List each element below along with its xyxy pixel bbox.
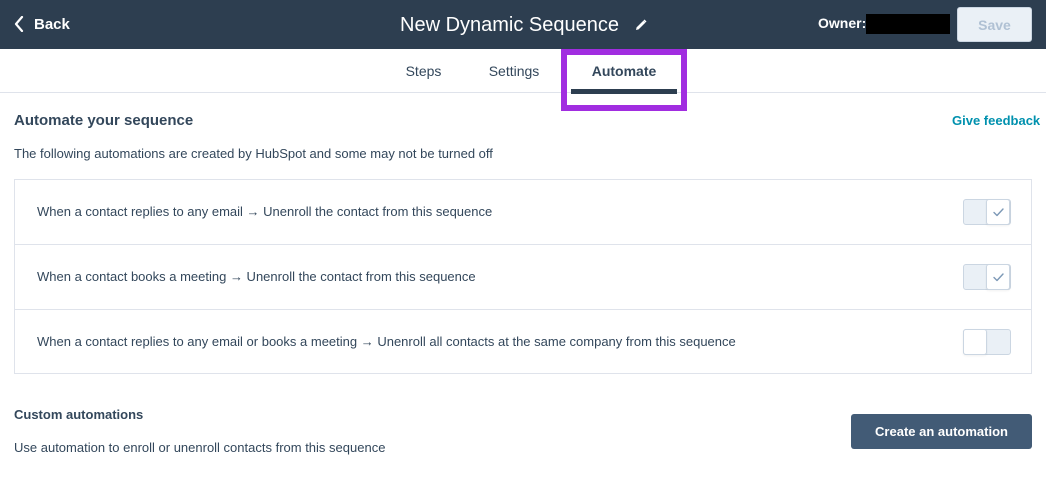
automation-rule: When a contact replies to any email or b… — [15, 310, 1031, 375]
pencil-icon — [636, 19, 647, 30]
toggle-knob — [986, 199, 1010, 225]
active-tab-indicator — [571, 89, 677, 94]
edit-title-button[interactable] — [635, 19, 647, 31]
page-title: New Dynamic Sequence — [400, 13, 619, 36]
top-bar: Back New Dynamic Sequence Owner: Save — [0, 0, 1046, 49]
automation-rule: When a contact books a meeting → Unenrol… — [15, 245, 1031, 310]
chevron-left-icon — [14, 16, 24, 32]
automation-rule: When a contact replies to any email → Un… — [15, 180, 1031, 245]
tabs: Steps Settings Automate — [381, 49, 686, 93]
give-feedback-link[interactable]: Give feedback — [952, 113, 1040, 128]
save-button[interactable]: Save — [957, 7, 1032, 42]
rule-text: When a contact books a meeting → Unenrol… — [37, 269, 476, 284]
tab-bar: Steps Settings Automate Give feedback — [0, 49, 1046, 128]
back-button[interactable]: Back — [14, 12, 70, 36]
owner-label: Owner: — [818, 15, 867, 31]
tab-steps[interactable]: Steps — [381, 49, 466, 93]
rule-text: When a contact replies to any email → Un… — [37, 204, 493, 219]
toggle-knob — [986, 264, 1010, 290]
rule-toggle[interactable] — [963, 264, 1011, 290]
rule-toggle[interactable] — [963, 329, 1011, 355]
section-description: The following automations are created by… — [14, 146, 493, 161]
sequence-title: New Dynamic Sequence — [400, 10, 647, 40]
check-icon — [992, 272, 1004, 281]
tab-settings[interactable]: Settings — [473, 49, 555, 93]
toggle-knob — [963, 329, 987, 355]
create-automation-button[interactable]: Create an automation — [851, 414, 1032, 449]
check-icon — [992, 207, 1004, 216]
rule-toggle[interactable] — [963, 199, 1011, 225]
section-heading: Automate your sequence — [14, 112, 194, 129]
owner-redacted-value — [866, 14, 950, 34]
back-label: Back — [34, 15, 70, 33]
tab-automate[interactable]: Automate — [571, 49, 677, 93]
custom-automations-heading: Custom automations — [14, 407, 144, 422]
automation-rules-list: When a contact replies to any email → Un… — [14, 179, 1032, 374]
rule-text: When a contact replies to any email or b… — [37, 334, 736, 349]
custom-automations-description: Use automation to enroll or unenroll con… — [14, 440, 386, 455]
